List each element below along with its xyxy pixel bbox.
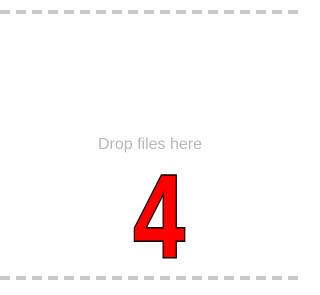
file-count-badge-graphic: 4 — [132, 160, 186, 264]
drop-zone-bottom-border — [0, 276, 300, 280]
file-count-number: 4 — [134, 160, 185, 264]
file-drop-zone[interactable]: Drop files here 4 — [0, 0, 300, 295]
file-count-badge: 4 — [124, 160, 194, 264]
drop-files-prompt: Drop files here — [97, 136, 203, 153]
drop-zone-top-border — [0, 10, 300, 14]
